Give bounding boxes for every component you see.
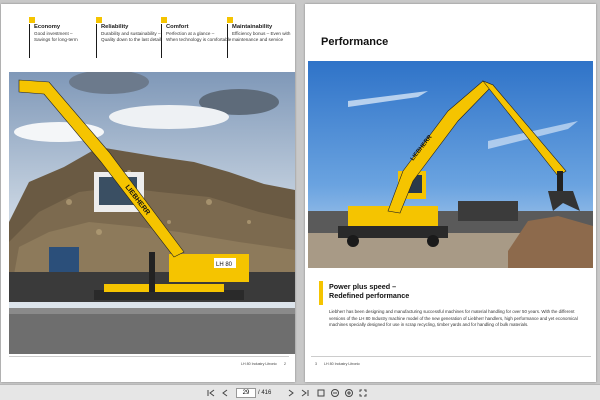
feature-title: Maintainability xyxy=(232,24,273,30)
material-handler-photo: LIEBHERR xyxy=(308,61,593,268)
first-page-button[interactable] xyxy=(206,388,216,398)
feature-desc: Quality down to the last detail xyxy=(101,37,162,42)
comfort-icon xyxy=(161,17,167,23)
footer-divider xyxy=(9,356,289,357)
subheading-line-2: Redefined performance xyxy=(329,291,410,300)
footer-publication: LH 80 Industry Litronic xyxy=(241,362,277,366)
reliability-icon xyxy=(96,17,102,23)
feature-desc: Savings for long-term xyxy=(34,37,78,42)
feature-title: Reliability xyxy=(101,24,129,30)
document-viewer: Economy Good investment – Savings for lo… xyxy=(0,0,600,400)
machine-model-label: LH 80 xyxy=(216,262,233,268)
feature-row: Economy Good investment – Savings for lo… xyxy=(29,17,290,58)
feature-comfort: Comfort Perfection at a glance – When te… xyxy=(161,17,232,58)
last-page-button[interactable] xyxy=(300,388,310,398)
right-page-footer: 3 LH 80 Industry Litronic xyxy=(315,362,360,366)
last-page-icon xyxy=(301,389,309,397)
zoom-in-icon xyxy=(345,389,353,397)
previous-page-button[interactable] xyxy=(220,388,230,398)
chevron-right-icon xyxy=(288,389,294,397)
first-page-icon xyxy=(207,389,215,397)
footer-divider xyxy=(311,356,591,357)
fullscreen-icon xyxy=(359,389,367,397)
zoom-out-icon xyxy=(331,389,339,397)
feature-title: Comfort xyxy=(166,24,189,30)
left-page: Economy Good investment – Savings for lo… xyxy=(1,4,295,382)
feature-desc: maintenance and service xyxy=(232,37,284,42)
feature-desc: When technology is comfortable xyxy=(166,37,232,42)
right-page: Performance LIEBHERR Power plus speed – … xyxy=(305,4,596,382)
chevron-left-icon xyxy=(222,389,228,397)
fit-page-icon xyxy=(317,389,325,397)
body-paragraph: Liebherr has been designing and manufact… xyxy=(329,309,578,328)
zoom-out-button[interactable] xyxy=(330,388,340,398)
maintainability-icon xyxy=(227,17,233,23)
feature-title: Economy xyxy=(34,24,61,30)
page-number: 3 xyxy=(315,362,317,366)
subheading-line-1: Power plus speed – xyxy=(329,282,397,291)
economy-icon xyxy=(29,17,35,23)
next-page-button[interactable] xyxy=(286,388,296,398)
page-title: Performance xyxy=(321,36,389,48)
feature-reliability: Reliability Durability and sustainabilit… xyxy=(96,17,162,58)
footer-publication: LH 80 Industry Litronic xyxy=(324,362,360,366)
left-page-footer: LH 80 Industry Litronic 2 xyxy=(241,362,286,366)
zoom-in-button[interactable] xyxy=(344,388,354,398)
zoom-fit-button[interactable] xyxy=(316,388,326,398)
page-number: 2 xyxy=(283,362,286,366)
viewer-toolbar: 29 / 416 xyxy=(0,384,600,400)
subheading-accent-bar xyxy=(319,281,323,305)
page-number-input[interactable]: 29 xyxy=(236,388,256,398)
scrap-handler-photo: LH 80 LIEBHERR xyxy=(9,72,295,354)
feature-maintainability: Maintainability Efficiency bonus – Even … xyxy=(227,17,290,58)
page-total: / 416 xyxy=(258,390,272,396)
feature-economy: Economy Good investment – Savings for lo… xyxy=(29,17,78,58)
subheading: Power plus speed – Redefined performance xyxy=(329,282,409,300)
fullscreen-button[interactable] xyxy=(358,388,368,398)
